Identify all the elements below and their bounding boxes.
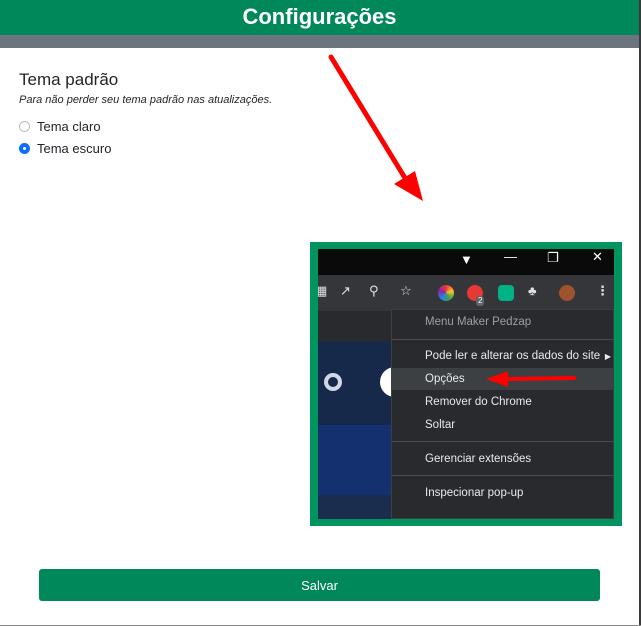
extension-badge: 2 — [476, 296, 485, 306]
menu-item-inspect: Inspecionar pop-up — [425, 487, 524, 499]
menu-divider — [392, 339, 613, 340]
star-icon: ☆ — [400, 283, 412, 298]
radio-dark-theme[interactable]: Tema escuro — [19, 141, 111, 156]
extension-context-menu: Menu Maker Pedzap Pode ler e alterar os … — [391, 309, 614, 519]
radio-light-indicator[interactable] — [19, 121, 30, 132]
restore-icon: ❐ — [547, 250, 559, 265]
menu-item-manage: Gerenciar extensões — [425, 453, 532, 465]
page-title: Configurações — [242, 4, 397, 29]
radio-dark-label: Tema escuro — [37, 141, 112, 156]
menu-divider — [392, 475, 613, 476]
open-external-icon: ↗ — [340, 283, 351, 298]
instruction-screenshot: ▼ — ❐ ✕ ▦ ↗ ⚲ ☆ 2 ♣ ⋮ Menu Maker Pedzap … — [310, 242, 622, 526]
radio-light-label: Tema claro — [37, 119, 101, 134]
minimize-icon: — — [504, 249, 517, 264]
chrome-screenshot: ▼ — ❐ ✕ ▦ ↗ ⚲ ☆ 2 ♣ ⋮ Menu Maker Pedzap … — [318, 249, 614, 519]
theme-section-title: Tema padrão — [19, 70, 119, 89]
close-icon: ✕ — [592, 249, 603, 264]
menu-item-unpin: Soltar — [425, 419, 456, 431]
page-header: Configurações — [0, 0, 639, 35]
submenu-caret-icon: ▶ — [604, 352, 611, 361]
radio-light-theme[interactable]: Tema claro — [19, 119, 101, 134]
radio-dark-indicator[interactable] — [19, 143, 30, 154]
chrome-profile-icon: ▼ — [460, 252, 473, 267]
zoom-icon: ⚲ — [369, 283, 379, 298]
kebab-menu-icon: ⋮ — [596, 283, 609, 298]
header-subbar — [0, 35, 639, 48]
theme-section-subtitle: Para não perder seu tema padrão nas atua… — [19, 94, 273, 106]
pedzap-extension-icon — [498, 285, 514, 301]
menu-header: Menu Maker Pedzap — [425, 316, 532, 328]
lifebuoy-icon — [324, 373, 342, 391]
menu-item-remove: Remover do Chrome — [425, 396, 532, 408]
menu-item-site-data: Pode ler e alterar os dados do site — [425, 350, 601, 362]
qr-icon: ▦ — [318, 283, 328, 298]
menu-divider — [392, 441, 613, 442]
puzzle-icon: ♣ — [528, 283, 537, 298]
color-extension-icon — [438, 285, 454, 301]
arrow-to-screenshot — [328, 54, 423, 201]
save-button[interactable]: Salvar — [39, 569, 600, 601]
menu-item-options: Opções — [425, 373, 465, 385]
avatar — [559, 285, 575, 301]
